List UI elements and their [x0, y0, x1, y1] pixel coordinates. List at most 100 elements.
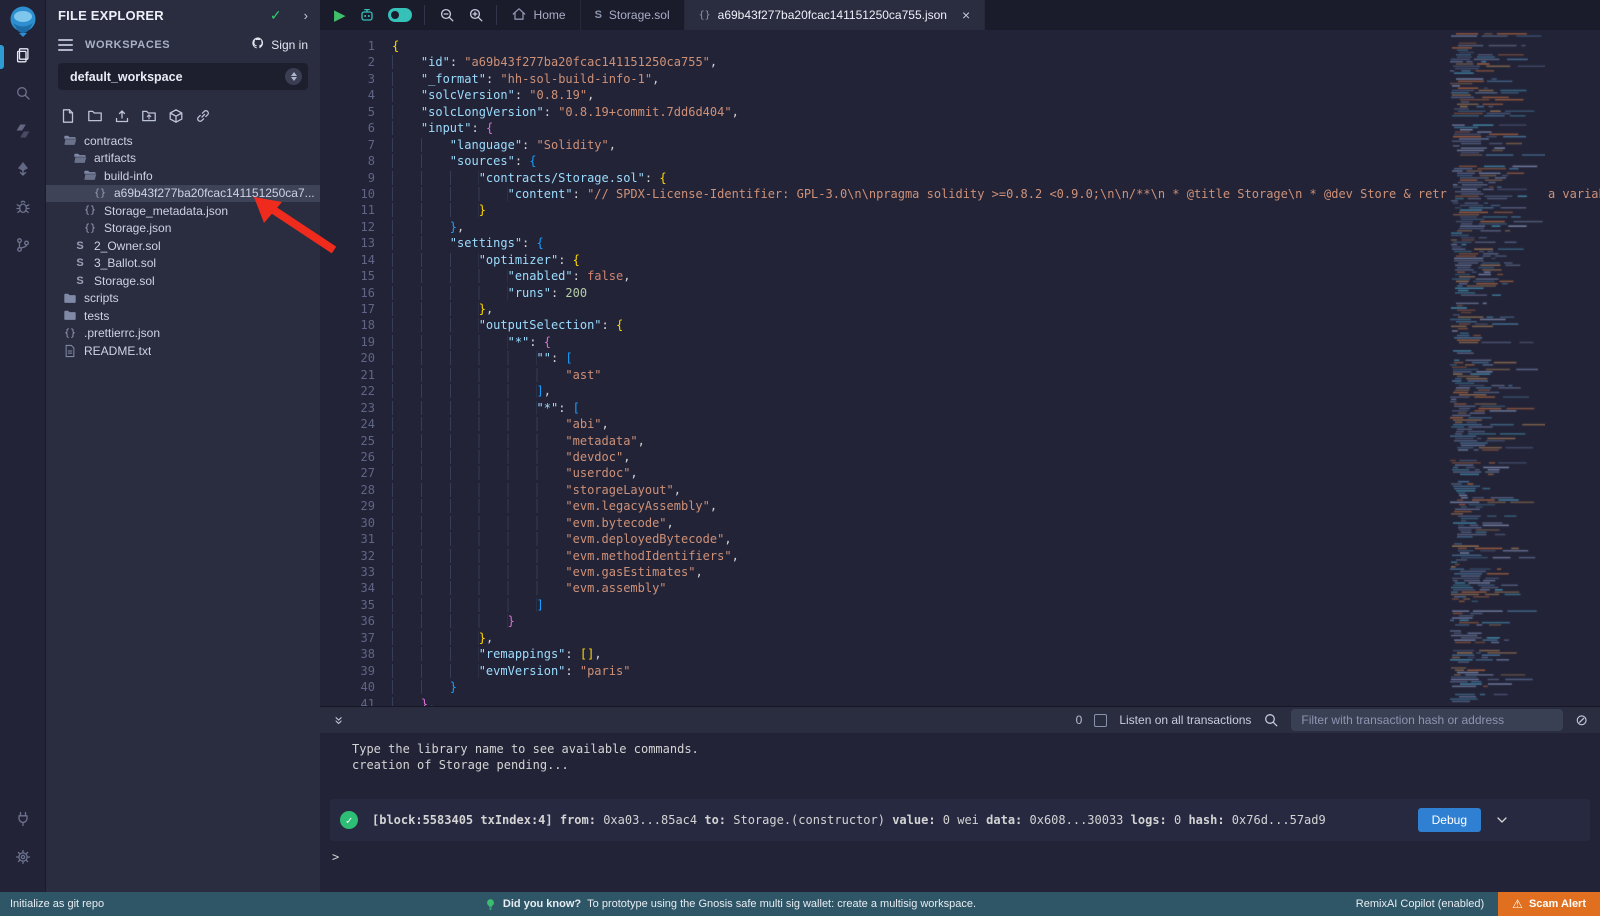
- code-line: 35 ]: [320, 597, 1600, 613]
- rail-item-debugger[interactable]: [0, 190, 46, 228]
- rail-item-settings[interactable]: [0, 840, 46, 878]
- tree-item-storage-metadata-json[interactable]: {} Storage_metadata.json: [46, 202, 320, 220]
- debugger-icon: [15, 199, 31, 220]
- code-line: 4 "solcVersion": "0.8.19",: [320, 87, 1600, 103]
- folder-open-icon: [72, 152, 88, 165]
- chevron-right-icon[interactable]: ›: [304, 8, 308, 23]
- rail-item-file-explorer[interactable]: [0, 38, 46, 76]
- rail-item-plugin-manager[interactable]: [0, 802, 46, 840]
- clear-console-icon[interactable]: ⊘: [1575, 711, 1588, 729]
- rail-item-solidity-compiler[interactable]: [0, 114, 46, 152]
- code-line: 21 "ast": [320, 367, 1600, 383]
- code-line: 14 "optimizer": {: [320, 252, 1600, 268]
- tab-label: Storage.sol: [609, 8, 670, 22]
- json-file-icon: {}: [92, 188, 108, 199]
- tree-item-label: artifacts: [94, 151, 136, 165]
- tree-item-artifacts[interactable]: artifacts: [46, 150, 320, 168]
- file-explorer-icon: [15, 47, 31, 68]
- editor-tabs: Home S Storage.sol {}a69b43f277ba20fcac1411…: [497, 0, 986, 30]
- code-line: 9 "contracts/Storage.sol": {: [320, 170, 1600, 186]
- tab-a69b43f277ba20fcac141151250ca755-json[interactable]: {}a69b43f277ba20fcac141151250ca755.json×: [685, 0, 986, 30]
- main-area: ▶ Home S Storage.sol {}a69b43f277ba20fcac14…: [320, 0, 1600, 892]
- tree-item-2-owner-sol[interactable]: S2_Owner.sol: [46, 237, 320, 255]
- remix-ai-robot-icon[interactable]: [359, 7, 375, 23]
- code-line: 31 "evm.deployedBytecode",: [320, 531, 1600, 547]
- json-file-icon: {}: [62, 328, 78, 339]
- panel-header: FILE EXPLORER ✓ ›: [46, 0, 320, 30]
- tab-home[interactable]: Home: [497, 0, 581, 30]
- new-folder-icon[interactable]: [87, 108, 103, 124]
- solidity-file-icon: S: [72, 275, 88, 287]
- transaction-filter-input[interactable]: [1291, 709, 1563, 731]
- tree-item--prettierrc-json[interactable]: {}.prettierrc.json: [46, 325, 320, 343]
- git-icon: [15, 237, 31, 258]
- cube-icon[interactable]: [168, 108, 184, 124]
- tree-item-3-ballot-sol[interactable]: S3_Ballot.sol: [46, 255, 320, 273]
- tree-item-label: Storage.json: [104, 221, 171, 235]
- check-icon: ✓: [270, 7, 282, 24]
- terminal-prompt[interactable]: >: [332, 850, 339, 864]
- terminal[interactable]: Type the library name to see available c…: [320, 733, 1600, 892]
- hamburger-menu-icon[interactable]: [58, 39, 73, 51]
- code-line: 2 "id": "a69b43f277ba20fcac141151250ca75…: [320, 54, 1600, 70]
- ai-copilot-toggle[interactable]: [388, 8, 412, 22]
- run-script-button[interactable]: ▶: [334, 8, 346, 23]
- terminal-search-icon[interactable]: [1263, 712, 1279, 728]
- folder-open-icon: [62, 134, 78, 147]
- new-file-icon[interactable]: [60, 108, 76, 124]
- tree-item-label: Storage_metadata.json: [104, 204, 228, 218]
- code-line: 36 }: [320, 613, 1600, 629]
- tree-item-contracts[interactable]: contracts: [46, 132, 320, 150]
- code-line: 3 "_format": "hh-sol-build-info-1",: [320, 71, 1600, 87]
- copilot-status-item[interactable]: RemixAI Copilot (enabled): [1356, 898, 1484, 910]
- code-line: 39 "evmVersion": "paris": [320, 663, 1600, 679]
- upload-file-icon[interactable]: [114, 108, 130, 124]
- rail-item-deploy-run[interactable]: [0, 152, 46, 190]
- warning-icon: ⚠: [1512, 897, 1523, 911]
- terminal-collapse-icon[interactable]: «: [330, 716, 347, 724]
- git-init-status-item[interactable]: Initialize as git repo: [0, 898, 104, 910]
- sign-in-button[interactable]: Sign in: [251, 36, 308, 53]
- debug-button[interactable]: Debug: [1418, 808, 1481, 832]
- code-line: 41 },: [320, 696, 1600, 707]
- terminal-line: Type the library name to see available c…: [352, 741, 1600, 757]
- editor-minimap[interactable]: [1447, 30, 1545, 706]
- tree-item-build-info[interactable]: build-info: [46, 167, 320, 185]
- upload-folder-icon[interactable]: [141, 108, 157, 124]
- tab-label: Home: [534, 8, 566, 22]
- transaction-count: 0: [1076, 713, 1083, 727]
- rail-item-git[interactable]: [0, 228, 46, 266]
- tree-item-storage-json[interactable]: {}Storage.json: [46, 220, 320, 238]
- solidity-file-icon: S: [72, 257, 88, 269]
- terminal-line: creation of Storage pending...: [352, 757, 1600, 773]
- expand-transaction-icon[interactable]: [1494, 812, 1510, 828]
- listen-all-checkbox[interactable]: [1094, 714, 1107, 727]
- link-icon[interactable]: [195, 108, 211, 124]
- close-tab-icon[interactable]: ×: [962, 8, 970, 22]
- code-line: 23 "*": [: [320, 400, 1600, 416]
- code-line: 5 "solcLongVersion": "0.8.19+commit.7dd6…: [320, 104, 1600, 120]
- tab-storage-sol[interactable]: S Storage.sol: [581, 0, 685, 30]
- terminal-output: Type the library name to see available c…: [320, 733, 1600, 773]
- tree-item-storage-sol[interactable]: SStorage.sol: [46, 272, 320, 290]
- workspaces-row: WORKSPACES Sign in: [46, 30, 320, 55]
- scam-alert-badge[interactable]: ⚠ Scam Alert: [1498, 892, 1600, 916]
- code-line: 18 "outputSelection": {: [320, 317, 1600, 333]
- code-line: 30 "evm.bytecode",: [320, 515, 1600, 531]
- workspace-select[interactable]: default_workspace: [58, 63, 308, 90]
- tree-item-tests[interactable]: tests: [46, 307, 320, 325]
- tree-item-a69b43f277ba20fcac141151250ca7-[interactable]: {}a69b43f277ba20fcac141151250ca7...: [46, 185, 320, 203]
- tree-item-scripts[interactable]: scripts: [46, 290, 320, 308]
- transaction-log-row[interactable]: ✓ [block:5583405 txIndex:4] from: 0xa03.…: [330, 799, 1590, 841]
- rail-item-search[interactable]: [0, 76, 46, 114]
- zoom-in-icon[interactable]: [468, 7, 484, 23]
- code-editor[interactable]: 1{2 "id": "a69b43f277ba20fcac141151250ca…: [320, 30, 1600, 706]
- lightbulb-icon: [484, 898, 497, 911]
- solidity-file-icon: S: [595, 9, 602, 21]
- icon-rail: [0, 0, 46, 892]
- remix-logo-icon[interactable]: [6, 4, 40, 38]
- tree-item-readme-txt[interactable]: README.txt: [46, 342, 320, 360]
- did-you-know-tip: Did you know? To prototype using the Gno…: [104, 898, 1356, 911]
- zoom-out-icon[interactable]: [439, 7, 455, 23]
- json-file-icon: {}: [82, 205, 98, 216]
